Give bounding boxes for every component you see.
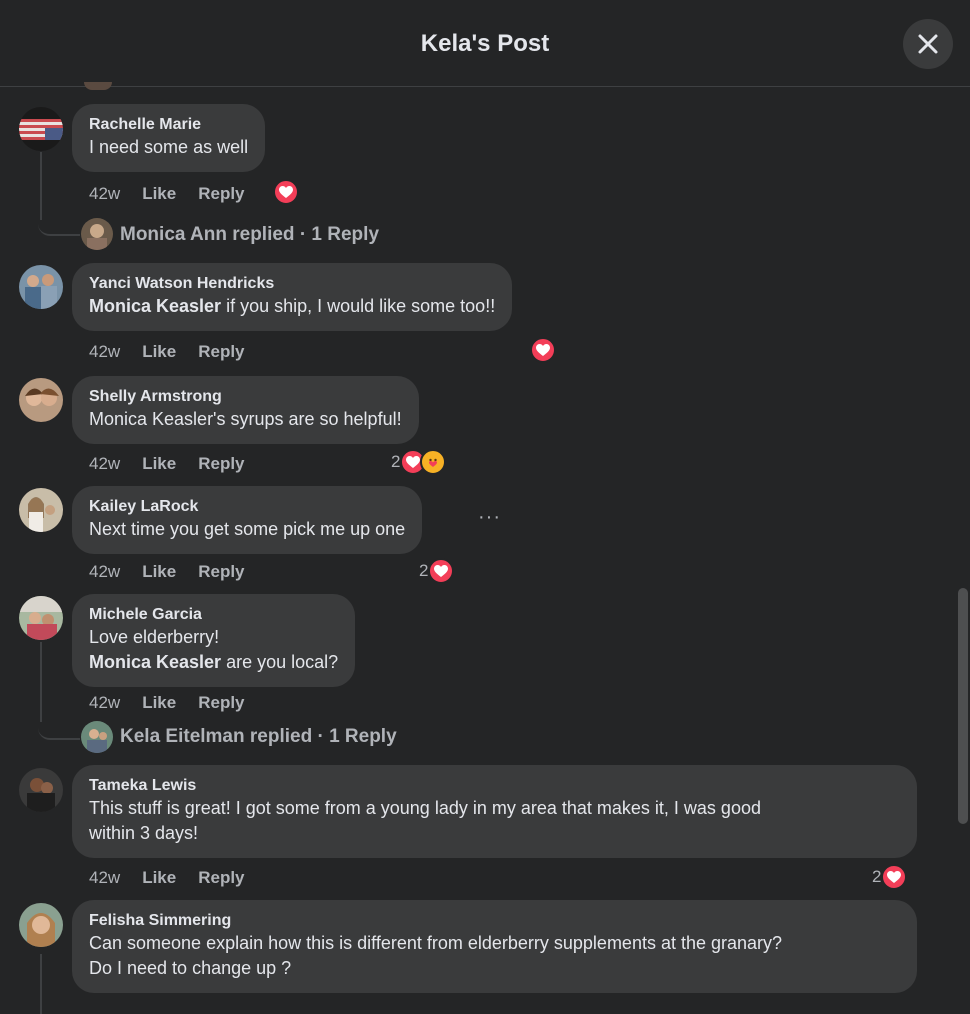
comment-text-line2: Do I need to change up ? <box>89 958 292 978</box>
like-button[interactable]: Like <box>142 454 176 474</box>
comment-actions: 42w Like Reply <box>89 693 245 713</box>
comment-time[interactable]: 42w <box>89 454 120 474</box>
comment-text-line2: Monica Keasler are you local? <box>89 650 338 675</box>
mention-link[interactable]: Monica Keasler <box>89 652 221 672</box>
heart-icon <box>428 558 455 584</box>
scrollbar-thumb[interactable] <box>958 588 968 824</box>
comments-feed[interactable]: Rachelle Marie I need some as well 42w L… <box>0 88 970 1014</box>
more-options-button[interactable]: ··· <box>478 506 501 529</box>
like-button[interactable]: Like <box>142 693 176 713</box>
comment-time[interactable]: 42w <box>89 184 120 204</box>
reaction-count: 2 <box>391 452 401 471</box>
close-icon <box>918 34 938 54</box>
view-replies-link[interactable]: Monica Ann replied · 1 Reply <box>120 224 379 246</box>
comment-text-rest: if you ship, I would like some too!! <box>221 296 496 316</box>
reaction-summary[interactable] <box>530 337 556 363</box>
comment-time[interactable]: 42w <box>89 562 120 582</box>
reaction-summary[interactable]: 2 <box>872 864 908 890</box>
comment-bubble[interactable]: Shelly Armstrong Monica Keasler's syrups… <box>72 376 419 444</box>
more-dots-icon: ··· <box>478 506 501 528</box>
comment-bubble[interactable]: Michele Garcia Love elderberry! Monica K… <box>72 594 356 687</box>
comment-text: This stuff is great! I got some from a y… <box>89 798 761 818</box>
comment-actions: 42w Like Reply <box>89 184 245 204</box>
mention-link[interactable]: Monica Keasler <box>89 296 221 316</box>
reaction-summary[interactable]: 2 <box>419 558 455 584</box>
comment-bubble[interactable]: Rachelle Marie I need some as well <box>72 104 266 172</box>
thread-connector <box>38 206 80 236</box>
comment-author[interactable]: Felisha Simmering <box>89 911 900 931</box>
care-icon <box>420 449 447 475</box>
comment-text: I need some as well <box>89 137 249 157</box>
comment-time[interactable]: 42w <box>89 342 120 362</box>
reply-button[interactable]: Reply <box>198 562 244 582</box>
reaction-summary[interactable]: 2 <box>391 449 447 475</box>
comment-actions: 42w Like Reply <box>89 562 245 582</box>
comment-author[interactable]: Rachelle Marie <box>89 115 248 135</box>
comment-time[interactable]: 42w <box>89 868 120 888</box>
comment-text-line2: within 3 days! <box>89 823 199 843</box>
heart-icon <box>881 864 908 890</box>
reply-button[interactable]: Reply <box>198 693 244 713</box>
comment-actions: 42w Like Reply <box>89 454 245 474</box>
comment-bubble[interactable]: Tameka Lewis This stuff is great! I got … <box>72 765 917 858</box>
reaction-summary[interactable] <box>273 179 299 205</box>
comment-author[interactable]: Shelly Armstrong <box>89 387 402 407</box>
view-replies-link[interactable]: Kela Eitelman replied · 1 Reply <box>120 726 397 748</box>
close-button[interactable] <box>903 19 953 69</box>
comment-text: Monica Keasler's syrups are so helpful! <box>89 409 402 429</box>
comment-author[interactable]: Tameka Lewis <box>89 776 900 796</box>
reply-button[interactable]: Reply <box>198 342 244 362</box>
comment-author[interactable]: Kailey LaRock <box>89 497 405 517</box>
comment-bubble[interactable]: Yanci Watson Hendricks Monica Keasler if… <box>72 263 513 331</box>
avatar-tameka-lewis[interactable] <box>19 768 63 812</box>
comment-actions: 42w Like Reply <box>89 342 245 362</box>
thread-line <box>40 954 42 1014</box>
comment-text: Love elderberry! <box>89 627 220 647</box>
avatar-kailey-larock[interactable] <box>19 488 63 532</box>
reply-button[interactable]: Reply <box>198 184 244 204</box>
avatar-felisha-simmering[interactable] <box>19 903 63 947</box>
like-button[interactable]: Like <box>142 342 176 362</box>
comment-author[interactable]: Michele Garcia <box>89 605 338 625</box>
comment-text-rest: are you local? <box>221 652 339 672</box>
like-button[interactable]: Like <box>142 868 176 888</box>
like-button[interactable]: Like <box>142 184 176 204</box>
reply-button[interactable]: Reply <box>198 454 244 474</box>
heart-icon <box>530 337 556 363</box>
post-header: Kela's Post <box>0 0 970 87</box>
comment-time[interactable]: 42w <box>89 693 120 713</box>
thread-connector <box>38 710 80 740</box>
comment-text: Monica Keasler if you ship, I would like… <box>89 294 495 319</box>
comment-text: Next time you get some pick me up one <box>89 519 406 539</box>
comment-author[interactable]: Yanci Watson Hendricks <box>89 274 495 294</box>
avatar-shelly-armstrong[interactable] <box>19 378 63 422</box>
reaction-count: 2 <box>872 867 882 886</box>
heart-icon <box>273 179 299 205</box>
comment-bubble[interactable]: Felisha Simmering Can someone explain ho… <box>72 900 917 993</box>
reply-button[interactable]: Reply <box>198 868 244 888</box>
avatar-monica-ann[interactable] <box>81 218 113 250</box>
comment-actions: 42w Like Reply <box>89 868 245 888</box>
comment-text: Can someone explain how this is differen… <box>89 933 783 953</box>
comment-bubble[interactable]: Kailey LaRock Next time you get some pic… <box>72 486 423 554</box>
post-title: Kela's Post <box>420 30 550 57</box>
avatar-rachelle-marie[interactable] <box>19 107 63 151</box>
reaction-count: 2 <box>419 561 429 580</box>
like-button[interactable]: Like <box>142 562 176 582</box>
avatar-michele-garcia[interactable] <box>19 596 63 640</box>
avatar-kela-eitelman[interactable] <box>81 721 113 753</box>
avatar-yanci-watson-hendricks[interactable] <box>19 265 63 309</box>
